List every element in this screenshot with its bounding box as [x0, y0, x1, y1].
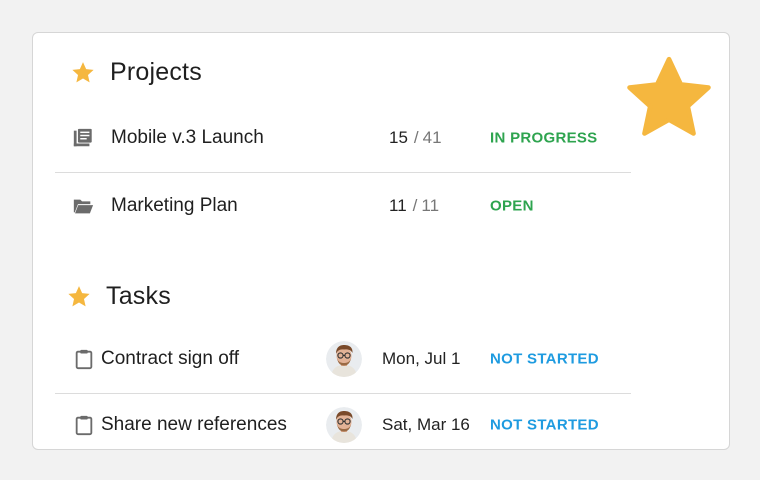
task-name[interactable]: Contract sign off — [101, 348, 239, 370]
count-separator: / — [412, 196, 418, 215]
clipboard-icon — [75, 415, 93, 436]
star-icon — [68, 285, 90, 306]
task-count: 15 /41 — [389, 128, 442, 148]
total-count: 11 — [421, 196, 440, 215]
project-name[interactable]: Mobile v.3 Launch — [111, 127, 264, 149]
project-row[interactable]: Mobile v.3 Launch 15 /41 IN PROGRESS — [55, 104, 631, 173]
due-date: Sat, Mar 16 — [382, 415, 470, 434]
completed-count: 15 — [389, 128, 408, 147]
status-badge: IN PROGRESS — [490, 129, 598, 147]
task-name[interactable]: Share new references — [101, 414, 287, 436]
status-badge: OPEN — [490, 197, 534, 215]
folder-open-icon — [73, 199, 94, 214]
project-row[interactable]: Marketing Plan 11/11 OPEN — [55, 172, 631, 240]
tasks-title: Tasks — [106, 282, 171, 310]
assignee-avatar-icon — [326, 341, 362, 377]
task-count: 11/11 — [389, 196, 439, 216]
status-badge: NOT STARTED — [490, 416, 599, 434]
tasks-section-header: Tasks — [66, 282, 171, 311]
avatar[interactable] — [326, 407, 362, 443]
clipboard-icon — [75, 349, 93, 370]
assignee-avatar-icon — [326, 407, 362, 443]
project-name[interactable]: Marketing Plan — [111, 195, 238, 217]
due-date: Mon, Jul 1 — [382, 349, 461, 368]
projects-section-header: Projects — [70, 58, 202, 87]
projects-title: Projects — [110, 58, 202, 86]
task-row[interactable]: Contract sign off Mon, Jul 1 NOT STARTED — [55, 325, 631, 394]
favorites-card: Projects Mobile v.3 Launch 15/41 IN PROG… — [32, 32, 730, 450]
task-row[interactable]: Share new references Sat, Mar 16 NOT STA… — [55, 391, 631, 449]
avatar[interactable] — [326, 341, 362, 377]
status-badge: NOT STARTED — [490, 350, 599, 368]
favorite-star-icon[interactable] — [623, 53, 715, 145]
count-separator: / — [413, 128, 419, 147]
total-count: 41 — [422, 128, 442, 147]
document-stack-icon — [73, 128, 92, 147]
completed-count: 11 — [389, 196, 407, 215]
star-icon — [72, 61, 94, 82]
